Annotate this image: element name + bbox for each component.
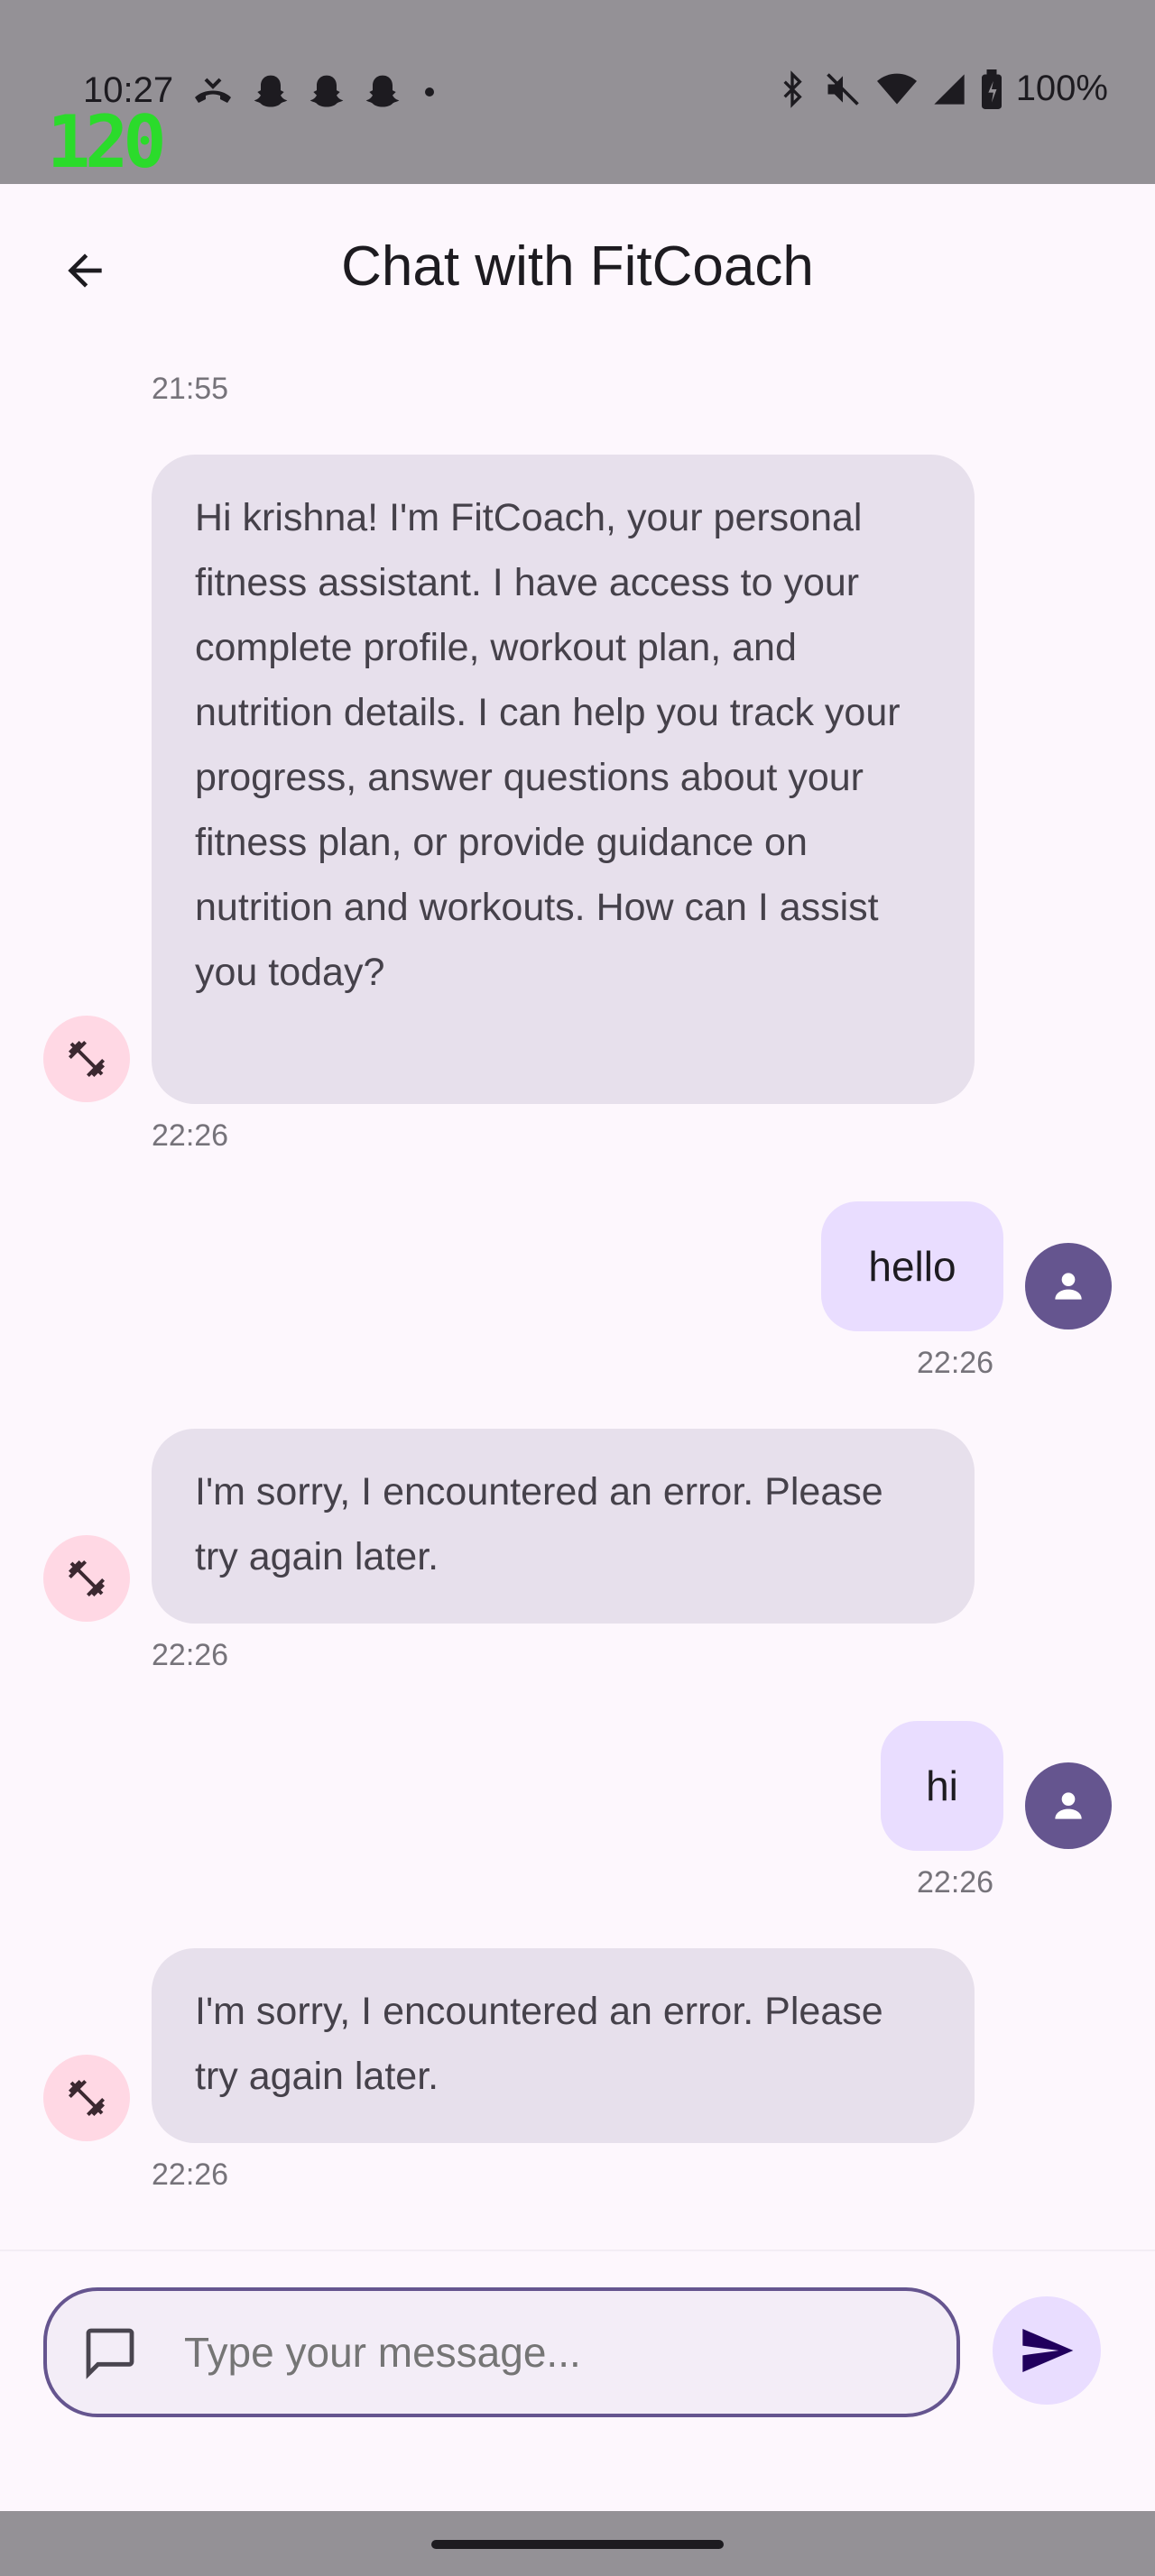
bot-avatar xyxy=(43,1016,130,1102)
snapchat-icon xyxy=(365,75,400,107)
app-bar: Chat with FitCoach xyxy=(0,184,1155,355)
dumbbell-icon xyxy=(69,2080,105,2116)
notification-icons xyxy=(191,72,440,112)
message-timestamp: 21:55 xyxy=(152,372,229,406)
bot-message-bubble: I'm sorry, I encountered an error. Pleas… xyxy=(152,1429,975,1624)
person-icon xyxy=(1055,1273,1082,1300)
composer xyxy=(0,2249,1155,2511)
person-icon xyxy=(1055,1792,1082,1819)
message-list[interactable]: 21:55 Hi krishna! I'm FitCoach, your per… xyxy=(0,355,1155,2249)
user-avatar xyxy=(1025,1243,1112,1329)
bot-message-bubble: I'm sorry, I encountered an error. Pleas… xyxy=(152,1948,975,2143)
message-timestamp: 22:26 xyxy=(152,1638,229,1672)
user-avatar xyxy=(1025,1762,1112,1849)
message-timestamp: 22:26 xyxy=(152,2157,229,2192)
navigation-bar xyxy=(0,2511,1155,2576)
snapchat-icon xyxy=(310,75,344,107)
message-timestamp: 22:26 xyxy=(917,1865,994,1900)
message-timestamp: 22:26 xyxy=(152,1118,229,1153)
status-bar: 10:27 100% 120 xyxy=(0,0,1155,184)
mute-icon xyxy=(826,72,859,106)
chat-bubble-icon xyxy=(86,2328,134,2379)
dot-icon xyxy=(425,87,434,97)
wifi-icon xyxy=(876,73,917,104)
send-icon xyxy=(1022,2329,1074,2372)
missed-call-icon xyxy=(195,78,231,103)
send-button[interactable] xyxy=(993,2296,1101,2405)
message-timestamp: 22:26 xyxy=(917,1346,994,1380)
snapchat-icon xyxy=(254,75,288,107)
bot-message-bubble: Hi krishna! I'm FitCoach, your personal … xyxy=(152,455,975,1104)
bot-avatar xyxy=(43,1535,130,1622)
dumbbell-icon xyxy=(69,1560,105,1596)
battery-percentage: 100% xyxy=(1015,69,1108,108)
user-message-bubble: hello xyxy=(821,1201,1003,1331)
dumbbell-icon xyxy=(69,1041,105,1077)
message-input-container[interactable] xyxy=(43,2287,960,2417)
battery-icon xyxy=(981,69,1002,109)
user-message-bubble: hi xyxy=(881,1721,1003,1851)
bot-avatar xyxy=(43,2055,130,2141)
system-icons: 100% xyxy=(774,69,1108,109)
fps-counter: 120 xyxy=(47,100,166,184)
bluetooth-icon xyxy=(783,69,802,108)
message-input[interactable] xyxy=(184,2291,924,2414)
home-indicator[interactable] xyxy=(431,2540,724,2549)
page-title: Chat with FitCoach xyxy=(341,235,814,298)
signal-icon xyxy=(934,73,965,105)
